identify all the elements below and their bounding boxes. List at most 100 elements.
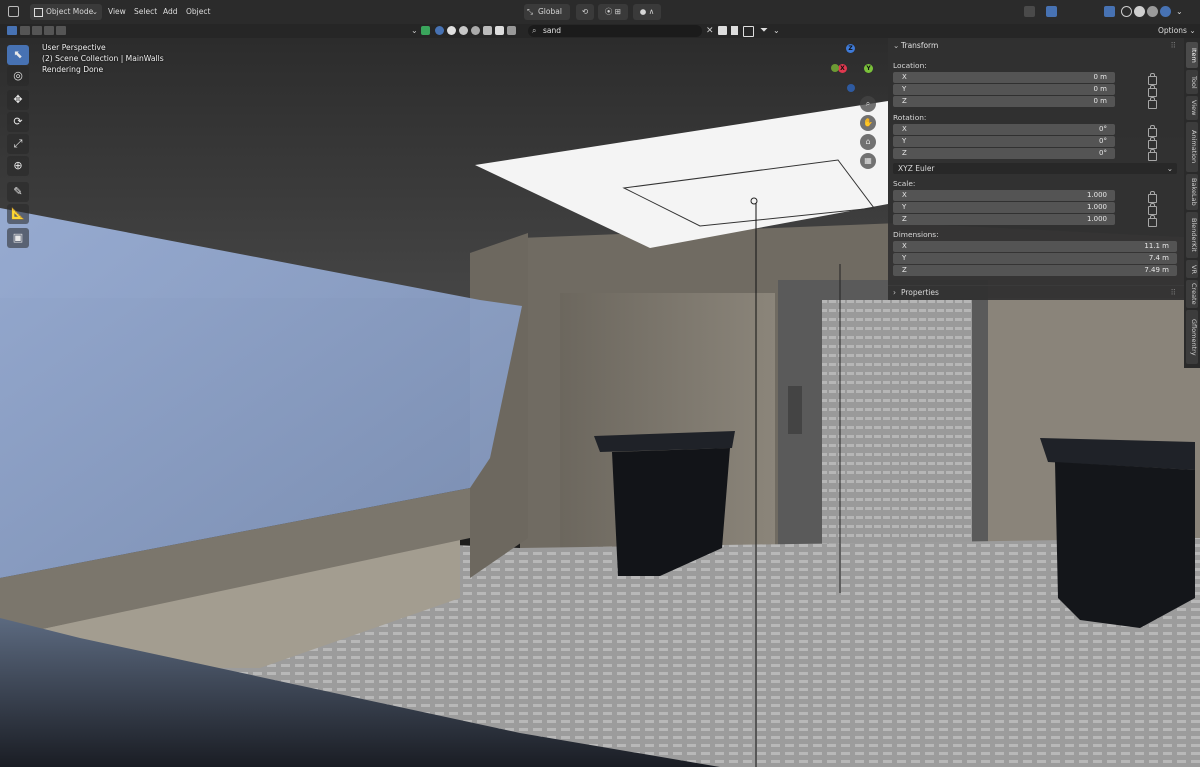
scale-z-field[interactable]: Z 1.000 bbox=[893, 214, 1115, 225]
tab-animation[interactable]: Animation bbox=[1186, 122, 1198, 172]
drag-handle-icon[interactable]: ⠿ bbox=[1171, 286, 1177, 299]
tab-item[interactable]: Item bbox=[1186, 42, 1198, 68]
dimensions-z-value: 7.49 m bbox=[1144, 266, 1169, 274]
vertex-shading-icon[interactable] bbox=[507, 26, 516, 35]
select-subtract-icon[interactable] bbox=[32, 26, 42, 35]
select-box-tool[interactable]: ⬉ bbox=[7, 45, 29, 65]
location-y-value: 0 m bbox=[1093, 85, 1108, 93]
search-input[interactable]: sand bbox=[543, 25, 561, 37]
gizmo-z-axis[interactable]: Z bbox=[846, 44, 855, 53]
material-shading-icon[interactable] bbox=[447, 26, 456, 35]
shading-rendered-icon[interactable] bbox=[1160, 6, 1171, 17]
tab-view[interactable]: View bbox=[1186, 96, 1198, 120]
properties-header[interactable]: › Properties ⠿ bbox=[888, 285, 1184, 299]
location-x-field[interactable]: X 0 m bbox=[893, 72, 1115, 83]
search-field[interactable]: ⌕ sand bbox=[528, 25, 702, 37]
tab-tool[interactable]: Tool bbox=[1186, 70, 1198, 94]
menu-add[interactable]: Add bbox=[163, 4, 178, 20]
clear-search-icon[interactable]: ✕ bbox=[706, 24, 714, 38]
lock-rotation-x-icon[interactable] bbox=[1148, 125, 1157, 137]
tab-gflomentry[interactable]: Gflomentry bbox=[1186, 310, 1198, 364]
random-shading-icon[interactable] bbox=[471, 26, 480, 35]
attribute-shading-icon[interactable] bbox=[483, 26, 492, 35]
select-intersect-icon[interactable] bbox=[56, 26, 66, 35]
pan-view-icon[interactable]: ✋ bbox=[860, 115, 876, 131]
snap-toggle[interactable]: ⦿ ⊞ bbox=[598, 4, 628, 20]
sort-icon[interactable] bbox=[718, 26, 727, 35]
mode-dropdown[interactable]: Object Mode ⌄ bbox=[30, 4, 102, 20]
solid-shading-icon[interactable] bbox=[435, 26, 444, 35]
dimensions-z-field[interactable]: Z 7.49 m bbox=[893, 265, 1177, 276]
select-extend-icon[interactable] bbox=[20, 26, 30, 35]
tab-vr[interactable]: VR bbox=[1186, 260, 1198, 278]
lock-scale-x-icon[interactable] bbox=[1148, 191, 1157, 203]
add-cube-tool[interactable]: ▣ bbox=[7, 228, 29, 248]
navigation-gizmo[interactable]: Z X Y bbox=[826, 42, 876, 98]
rotation-y-field[interactable]: Y 0° bbox=[893, 136, 1115, 147]
single-shading-icon[interactable] bbox=[495, 26, 504, 35]
filter-dropdown-icon[interactable]: ⌄ bbox=[773, 25, 780, 37]
gizmo-neg-y-dot[interactable] bbox=[831, 64, 839, 72]
location-z-field[interactable]: Z 0 m bbox=[893, 96, 1115, 107]
xray-toggle-icon[interactable] bbox=[1104, 6, 1115, 17]
dimensions-x-field[interactable]: X 11.1 m bbox=[893, 241, 1177, 252]
tab-blenderkit[interactable]: BlenderKit bbox=[1186, 212, 1198, 258]
editor-type-icon[interactable] bbox=[8, 6, 19, 17]
rotate-tool[interactable]: ⟳ bbox=[7, 112, 29, 132]
tab-bakelab[interactable]: BakeLab bbox=[1186, 174, 1198, 210]
rotation-z-field[interactable]: Z 0° bbox=[893, 148, 1115, 159]
lock-location-z-icon[interactable] bbox=[1148, 97, 1157, 109]
shading-dropdown-icon[interactable]: ⌄ bbox=[1176, 6, 1187, 17]
transform-tool[interactable]: ⊕ bbox=[7, 156, 29, 176]
menu-select[interactable]: Select bbox=[134, 4, 157, 20]
gizmo-toggle-icon[interactable] bbox=[1024, 6, 1035, 17]
tab-create[interactable]: Create bbox=[1186, 280, 1198, 308]
rotation-mode-label: XYZ Euler bbox=[898, 164, 935, 173]
location-y-field[interactable]: Y 0 m bbox=[893, 84, 1115, 95]
gizmo-x-axis[interactable]: X bbox=[838, 64, 847, 73]
scale-x-field[interactable]: X 1.000 bbox=[893, 190, 1115, 201]
measure-tool[interactable]: 📐 bbox=[7, 204, 29, 224]
select-invert-icon[interactable] bbox=[44, 26, 54, 35]
zoom-view-icon[interactable]: ⌕ bbox=[860, 96, 876, 112]
transform-header[interactable]: ⌄ Transform ⠿ bbox=[888, 41, 1184, 53]
shading-wireframe-icon[interactable] bbox=[1121, 6, 1132, 17]
menu-object[interactable]: Object bbox=[186, 4, 210, 20]
dimensions-x-value: 11.1 m bbox=[1144, 242, 1169, 250]
filter-icon[interactable]: ⏷ bbox=[760, 25, 768, 37]
rotation-x-field[interactable]: X 0° bbox=[893, 124, 1115, 135]
layer-icon[interactable] bbox=[743, 26, 754, 37]
texture-shading-icon[interactable] bbox=[459, 26, 468, 35]
rotation-mode-dropdown[interactable]: XYZ Euler ⌄ bbox=[893, 163, 1177, 174]
bookmark-icon[interactable] bbox=[731, 26, 738, 35]
select-box-mode-icon[interactable] bbox=[7, 26, 17, 35]
lock-rotation-y-icon[interactable] bbox=[1148, 137, 1157, 149]
lock-scale-z-icon[interactable] bbox=[1148, 215, 1157, 227]
orientation-dropdown[interactable]: ⤡ Global bbox=[524, 4, 570, 20]
collection-color-icon[interactable] bbox=[421, 26, 430, 35]
drag-handle-icon[interactable]: ⠿ bbox=[1171, 41, 1177, 50]
lock-location-x-icon[interactable] bbox=[1148, 73, 1157, 85]
proportional-edit-toggle[interactable]: ● ∧ bbox=[633, 4, 661, 20]
shading-material-icon[interactable] bbox=[1147, 6, 1158, 17]
options-button[interactable]: Options ⌄ bbox=[1158, 24, 1196, 38]
pivot-dropdown[interactable]: ⟲ bbox=[576, 4, 594, 20]
lock-location-y-icon[interactable] bbox=[1148, 85, 1157, 97]
cursor-tool[interactable]: ◎ bbox=[7, 66, 29, 86]
ortho-toggle-icon[interactable]: ▦ bbox=[860, 153, 876, 169]
scale-y-field[interactable]: Y 1.000 bbox=[893, 202, 1115, 213]
sidebar-item-panel: ⌄ Transform ⠿ Location: X 0 m Y 0 m Z 0 m R… bbox=[888, 38, 1184, 300]
visibility-filter-icon[interactable]: ⌄ bbox=[411, 26, 421, 36]
dimensions-y-field[interactable]: Y 7.4 m bbox=[893, 253, 1177, 264]
lock-scale-y-icon[interactable] bbox=[1148, 203, 1157, 215]
overlay-toggle-icon[interactable] bbox=[1046, 6, 1057, 17]
camera-view-icon[interactable]: ⌂ bbox=[860, 134, 876, 150]
gizmo-neg-z-dot[interactable] bbox=[847, 84, 855, 92]
menu-view[interactable]: View bbox=[108, 4, 126, 20]
scale-tool[interactable]: ⤢ bbox=[7, 134, 29, 154]
lock-rotation-z-icon[interactable] bbox=[1148, 149, 1157, 161]
shading-solid-icon[interactable] bbox=[1134, 6, 1145, 17]
gizmo-y-axis[interactable]: Y bbox=[864, 64, 873, 73]
annotate-tool[interactable]: ✎ bbox=[7, 182, 29, 202]
move-tool[interactable]: ✥ bbox=[7, 90, 29, 110]
